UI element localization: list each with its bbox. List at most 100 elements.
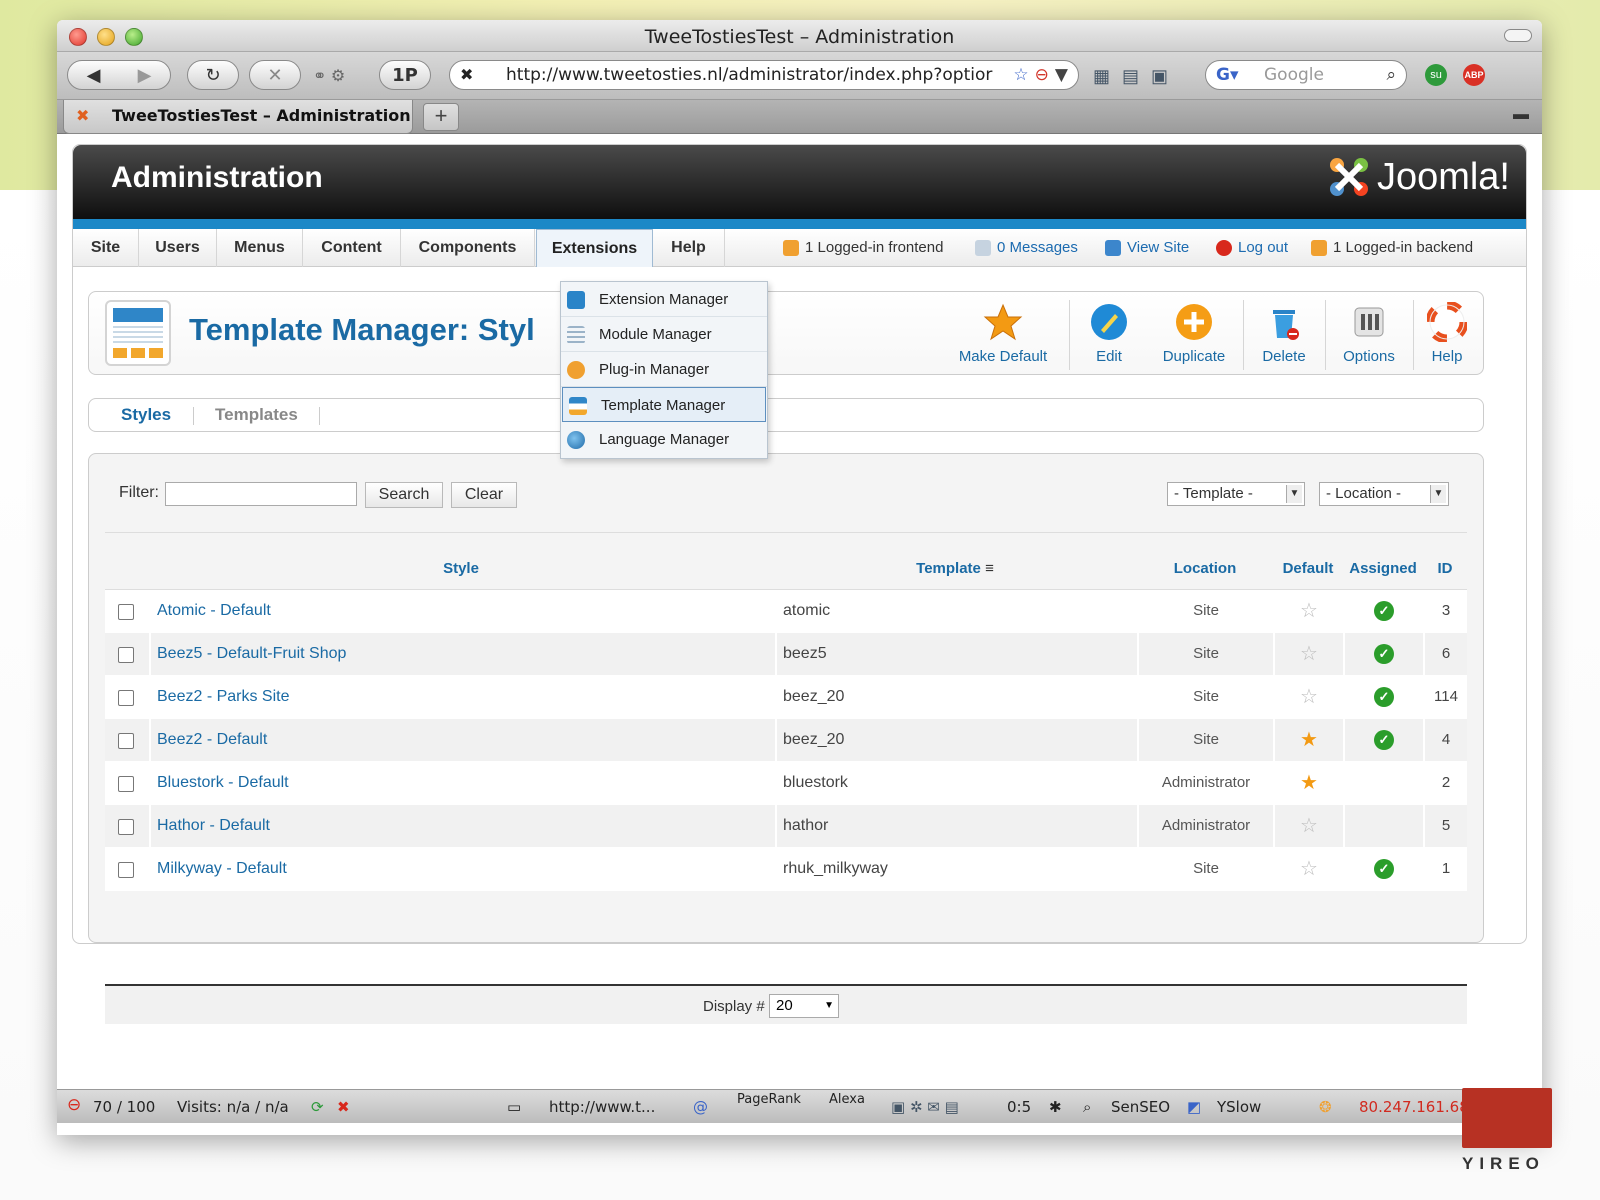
view-site-link[interactable]: View Site: [1127, 229, 1189, 267]
refresh-icon[interactable]: ⟳: [311, 1098, 324, 1116]
style-link[interactable]: Milkyway - Default: [157, 860, 287, 877]
plugin-manager-icon: [567, 361, 585, 379]
back-forward-buttons[interactable]: ◀ ▶: [67, 60, 171, 90]
filter-input[interactable]: [165, 482, 357, 506]
alexa-label[interactable]: Alexa: [829, 1092, 865, 1107]
edit-button[interactable]: Edit: [1079, 296, 1139, 372]
toolbar-divider: [1413, 300, 1414, 370]
url-bar[interactable]: ✖ http://www.tweetosties.nl/administrato…: [449, 60, 1079, 90]
extension-icons[interactable]: ⚭ ⚙: [313, 66, 345, 86]
search-input[interactable]: G▾ Google ⌕: [1205, 60, 1407, 90]
yslow-label[interactable]: YSlow: [1217, 1098, 1261, 1116]
adblock-icon[interactable]: ABP: [1463, 64, 1485, 86]
dropdown-plugin-manager[interactable]: Plug-in Manager: [561, 352, 767, 387]
tab-menu-icon[interactable]: ▬: [1508, 106, 1534, 128]
dropdown-item-label: Module Manager: [599, 326, 712, 343]
set-default-star-icon[interactable]: ☆: [1275, 805, 1343, 847]
tab-templates[interactable]: Templates: [215, 399, 298, 433]
dropdown-module-manager[interactable]: Module Manager: [561, 317, 767, 352]
module-manager-icon: [567, 326, 585, 344]
row-checkbox[interactable]: [118, 690, 134, 706]
column-assigned[interactable]: Assigned: [1343, 548, 1423, 590]
menu-components[interactable]: Components: [401, 229, 535, 267]
style-link[interactable]: Beez2 - Parks Site: [157, 688, 290, 705]
style-link[interactable]: Bluestork - Default: [157, 774, 289, 791]
tab-styles[interactable]: Styles: [121, 399, 171, 433]
template-filter-select[interactable]: - Template - ▼: [1167, 482, 1305, 506]
row-checkbox[interactable]: [118, 647, 134, 663]
set-default-star-icon[interactable]: ☆: [1275, 848, 1343, 890]
block-icon[interactable]: ⊖: [1035, 65, 1049, 85]
view-site-icon: [1105, 240, 1121, 256]
onepassword-button[interactable]: 1P: [379, 60, 431, 90]
options-button[interactable]: Options: [1331, 296, 1407, 372]
status-logout[interactable]: Log out: [1216, 229, 1288, 267]
back-arrow-icon[interactable]: ◀: [87, 65, 101, 86]
chevron-down-icon: ▼: [1430, 485, 1446, 503]
bookmark-star-icon[interactable]: ☆: [1013, 65, 1028, 85]
dropdown-extension-manager[interactable]: Extension Manager: [561, 282, 767, 317]
style-link[interactable]: Hathor - Default: [157, 817, 270, 834]
column-location[interactable]: Location: [1137, 548, 1273, 590]
set-default-star-icon[interactable]: ☆: [1275, 590, 1343, 632]
menu-users[interactable]: Users: [139, 229, 217, 267]
pagerank-label[interactable]: PageRank: [737, 1092, 801, 1107]
bug-icon[interactable]: ✱: [1049, 1098, 1062, 1116]
row-checkbox[interactable]: [118, 819, 134, 835]
messages-link[interactable]: 0 Messages: [997, 229, 1078, 267]
column-id[interactable]: ID: [1423, 548, 1467, 590]
dropdown-language-manager[interactable]: Language Manager: [561, 422, 767, 457]
assigned-check-icon: ✓: [1374, 644, 1394, 664]
toolbar-toggle-button[interactable]: [1504, 29, 1532, 42]
browser-tab[interactable]: ✖ TweeTostiesTest – Administration: [63, 100, 413, 134]
url-text[interactable]: http://www.tweetosties.nl/administrator/…: [506, 65, 992, 85]
toolbar-extension-icons[interactable]: ▦▤▣: [1093, 66, 1180, 87]
search-magnifier-icon[interactable]: ⌕: [1386, 61, 1396, 89]
stop-button[interactable]: ✕: [249, 60, 301, 90]
set-default-star-icon[interactable]: ☆: [1275, 676, 1343, 718]
help-button[interactable]: Help: [1419, 296, 1475, 372]
clear-button[interactable]: Clear: [451, 482, 517, 508]
trash-icon: [1273, 310, 1299, 340]
menu-site[interactable]: Site: [73, 229, 139, 267]
column-template-label: Template: [916, 560, 981, 577]
delete-button[interactable]: Delete: [1249, 296, 1319, 372]
subtab-divider: [193, 407, 194, 425]
search-button[interactable]: Search: [365, 482, 443, 508]
url-dropdown-icon[interactable]: ▼: [1055, 65, 1068, 85]
menu-help[interactable]: Help: [653, 229, 725, 267]
row-checkbox[interactable]: [118, 733, 134, 749]
menu-menus[interactable]: Menus: [217, 229, 303, 267]
column-template[interactable]: Template ≡: [775, 548, 1135, 590]
forward-arrow-icon[interactable]: ▶: [138, 65, 152, 86]
reload-button[interactable]: ↻: [187, 60, 239, 90]
senseo-label[interactable]: SenSEO: [1111, 1098, 1170, 1116]
location-filter-select[interactable]: - Location - ▼: [1319, 482, 1449, 506]
set-default-star-icon[interactable]: ☆: [1275, 633, 1343, 675]
style-link[interactable]: Beez5 - Default-Fruit Shop: [157, 645, 346, 662]
row-checkbox[interactable]: [118, 862, 134, 878]
row-checkbox[interactable]: [118, 604, 134, 620]
style-link[interactable]: Beez2 - Default: [157, 731, 267, 748]
column-default[interactable]: Default: [1273, 548, 1343, 590]
stumbleupon-icon[interactable]: su: [1425, 64, 1447, 86]
addon-icons[interactable]: ▣ ✲ ✉ ▤: [891, 1098, 959, 1116]
at-icon[interactable]: @: [693, 1098, 708, 1116]
row-select-cell: [105, 805, 149, 848]
dropdown-template-manager[interactable]: Template Manager: [562, 387, 766, 422]
screen-icon[interactable]: ▭: [507, 1098, 521, 1116]
menu-content[interactable]: Content: [303, 229, 401, 267]
status-messages[interactable]: 0 Messages: [975, 229, 1078, 267]
logout-link[interactable]: Log out: [1238, 229, 1288, 267]
row-checkbox[interactable]: [118, 776, 134, 792]
new-tab-button[interactable]: +: [423, 103, 459, 131]
display-count-select[interactable]: 20 ▼: [769, 994, 839, 1018]
close-icon[interactable]: ✖: [337, 1098, 350, 1116]
status-view-site[interactable]: View Site: [1105, 229, 1189, 267]
duplicate-button[interactable]: Duplicate: [1151, 296, 1237, 372]
make-default-button[interactable]: Make Default: [953, 296, 1053, 372]
default-cell: ☆: [1273, 590, 1343, 633]
menu-extensions[interactable]: Extensions: [536, 229, 653, 267]
style-link[interactable]: Atomic - Default: [157, 602, 271, 619]
column-style[interactable]: Style: [149, 548, 773, 590]
